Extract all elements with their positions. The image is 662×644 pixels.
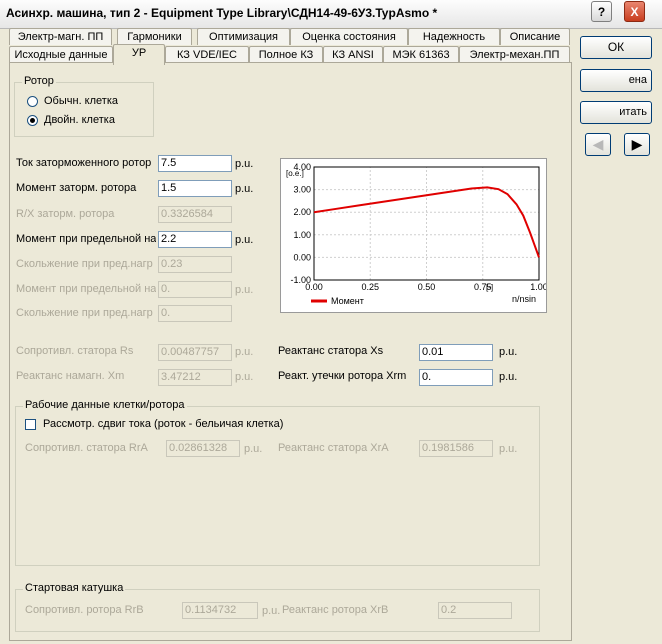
current-displacement-label: Рассмотр. сдвиг тока (роток - бельичая к…	[43, 418, 284, 430]
chart-y-tick-label: 0.00	[293, 252, 311, 262]
tab-tabs2-6[interactable]: Электр-механ.ПП	[459, 46, 570, 63]
xrm-label: Реакт. утечки ротора Xrm	[278, 370, 407, 382]
rra-label: Сопротивл. статора RrA	[25, 442, 148, 454]
calculate-button[interactable]: итать	[580, 101, 652, 124]
xs-unit: p.u.	[499, 346, 518, 358]
tab-tabs1-1[interactable]: Гармоники	[117, 28, 192, 45]
cancel-button[interactable]: ена	[580, 69, 652, 92]
xm-input[interactable]: 3.47212	[158, 369, 232, 386]
radio-normal-cage-label: Обычн. клетка	[44, 95, 118, 107]
chart-legend-label: Момент	[331, 296, 364, 306]
tab-tabs1-5[interactable]: Описание	[500, 28, 570, 45]
title-bar: Асинхр. машина, тип 2 - Equipment Type L…	[0, 0, 662, 29]
xra-unit: p.u.	[499, 443, 518, 455]
next-arrow-icon[interactable]: ▶	[624, 133, 650, 156]
xrm-input[interactable]: 0.	[419, 369, 493, 386]
xs-label: Реактанс статора Xs	[278, 345, 384, 357]
xrm-unit: p.u.	[499, 371, 518, 383]
xrb-input[interactable]: 0.2	[438, 602, 512, 619]
cage-group	[15, 406, 540, 566]
tab-tabs1-0[interactable]: Электр-магн. ПП	[9, 28, 112, 45]
xra-label: Реактанс статора XrA	[278, 442, 389, 454]
field-label-5: Момент при предельной на	[16, 283, 156, 295]
radio-double-cage-label: Двойн. клетка	[44, 114, 115, 126]
rs-label: Сопротивл. статора Rs	[16, 345, 134, 357]
torque-chart-svg: 4.003.002.001.000.00-1.000.00 0.25 0.50 0.7…	[286, 162, 548, 306]
starting-coil-title: Стартовая катушка	[23, 582, 126, 594]
field-input-2[interactable]: 0.3326584	[158, 206, 232, 223]
field-unit-3: p.u.	[235, 234, 254, 246]
tab-tabs2-2[interactable]: КЗ VDE/IEC	[165, 46, 249, 63]
field-label-2: R/X заторм. ротора	[16, 208, 115, 220]
field-input-1[interactable]: 1.5	[158, 180, 232, 197]
current-displacement-checkbox[interactable]	[25, 419, 36, 430]
xra-input[interactable]: 0.1981586	[419, 440, 493, 457]
rotor-group-title: Ротор	[22, 75, 56, 87]
close-button[interactable]: X	[624, 1, 645, 22]
window-title: Асинхр. машина, тип 2 - Equipment Type L…	[6, 6, 438, 20]
rs-input[interactable]: 0.00487757	[158, 344, 232, 361]
tab-tabs1-2[interactable]: Оптимизация	[197, 28, 290, 45]
field-unit-1: p.u.	[235, 183, 254, 195]
rra-unit: p.u.	[244, 443, 263, 455]
radio-normal-cage[interactable]	[27, 96, 38, 107]
field-input-5[interactable]: 0.	[158, 281, 232, 298]
tab-tabs2-4[interactable]: КЗ ANSI	[323, 46, 383, 63]
field-input-3[interactable]: 2.2	[158, 231, 232, 248]
rra-input[interactable]: 0.02861328	[166, 440, 240, 457]
chart-x-tick-label: 0.25	[361, 282, 379, 292]
rs-unit: p.u.	[235, 346, 254, 358]
tab-tabs2-0[interactable]: Исходные данные	[9, 46, 113, 63]
field-label-1: Момент заторм. ротора	[16, 182, 137, 194]
chart-y-tick-label: 1.00	[293, 230, 311, 240]
torque-chart: 4.00 3.00 2.00 1.00 0.00 -1.00 0.00 0.25 0.50 0.7…	[280, 158, 548, 313]
tab-tabs1-3[interactable]: Оценка состояния	[290, 28, 408, 45]
field-input-6[interactable]: 0.	[158, 305, 232, 322]
chart-y-tick-label: 3.00	[293, 185, 311, 195]
field-unit-0: p.u.	[235, 158, 254, 170]
rrb-input[interactable]: 0.1134732	[182, 602, 258, 619]
rrb-unit: p.u.	[262, 605, 281, 617]
rotor-group	[14, 82, 154, 137]
help-button[interactable]: ?	[591, 1, 612, 22]
field-input-4[interactable]: 0.23	[158, 256, 232, 273]
xm-label: Реактанс намагн. Xm	[16, 370, 125, 382]
previous-arrow-icon[interactable]: ◀	[585, 133, 611, 156]
tab-tabs2-3[interactable]: Полное КЗ	[249, 46, 323, 63]
field-label-4: Скольжение при пред.нагр	[16, 258, 153, 270]
xrb-label: Реактанс ротора XrB	[282, 604, 389, 616]
chart-x-unit: [-]	[486, 283, 493, 292]
field-input-0[interactable]: 7.5	[158, 155, 232, 172]
cage-group-title: Рабочие данные клетки/ротора	[23, 399, 187, 411]
field-label-6: Скольжение при пред.нагр	[16, 307, 153, 319]
radio-double-cage[interactable]	[27, 115, 38, 126]
chart-x-tick-label: 0.50	[418, 282, 436, 292]
tab-tabs2-1[interactable]: УР	[113, 44, 165, 65]
xm-unit: p.u.	[235, 371, 254, 383]
field-label-3: Момент при предельной на	[16, 233, 156, 245]
rrb-label: Сопротивл. ротора RrB	[25, 604, 144, 616]
chart-y-axis-label: [о.е.]	[286, 169, 304, 178]
chart-x-tick-label: 1.00	[530, 282, 546, 292]
chart-x-tick-label: 0.00	[305, 282, 323, 292]
tab-tabs2-5[interactable]: МЭК 61363	[383, 46, 459, 63]
field-unit-5: p.u.	[235, 284, 254, 296]
field-label-0: Ток заторможенного ротор	[16, 157, 152, 169]
ok-button[interactable]: ОК	[580, 36, 652, 59]
xs-input[interactable]: 0.01	[419, 344, 493, 361]
tab-tabs1-4[interactable]: Надежность	[408, 28, 500, 45]
chart-y-tick-label: 2.00	[293, 207, 311, 217]
chart-x-axis-label: n/nsin	[512, 294, 536, 304]
